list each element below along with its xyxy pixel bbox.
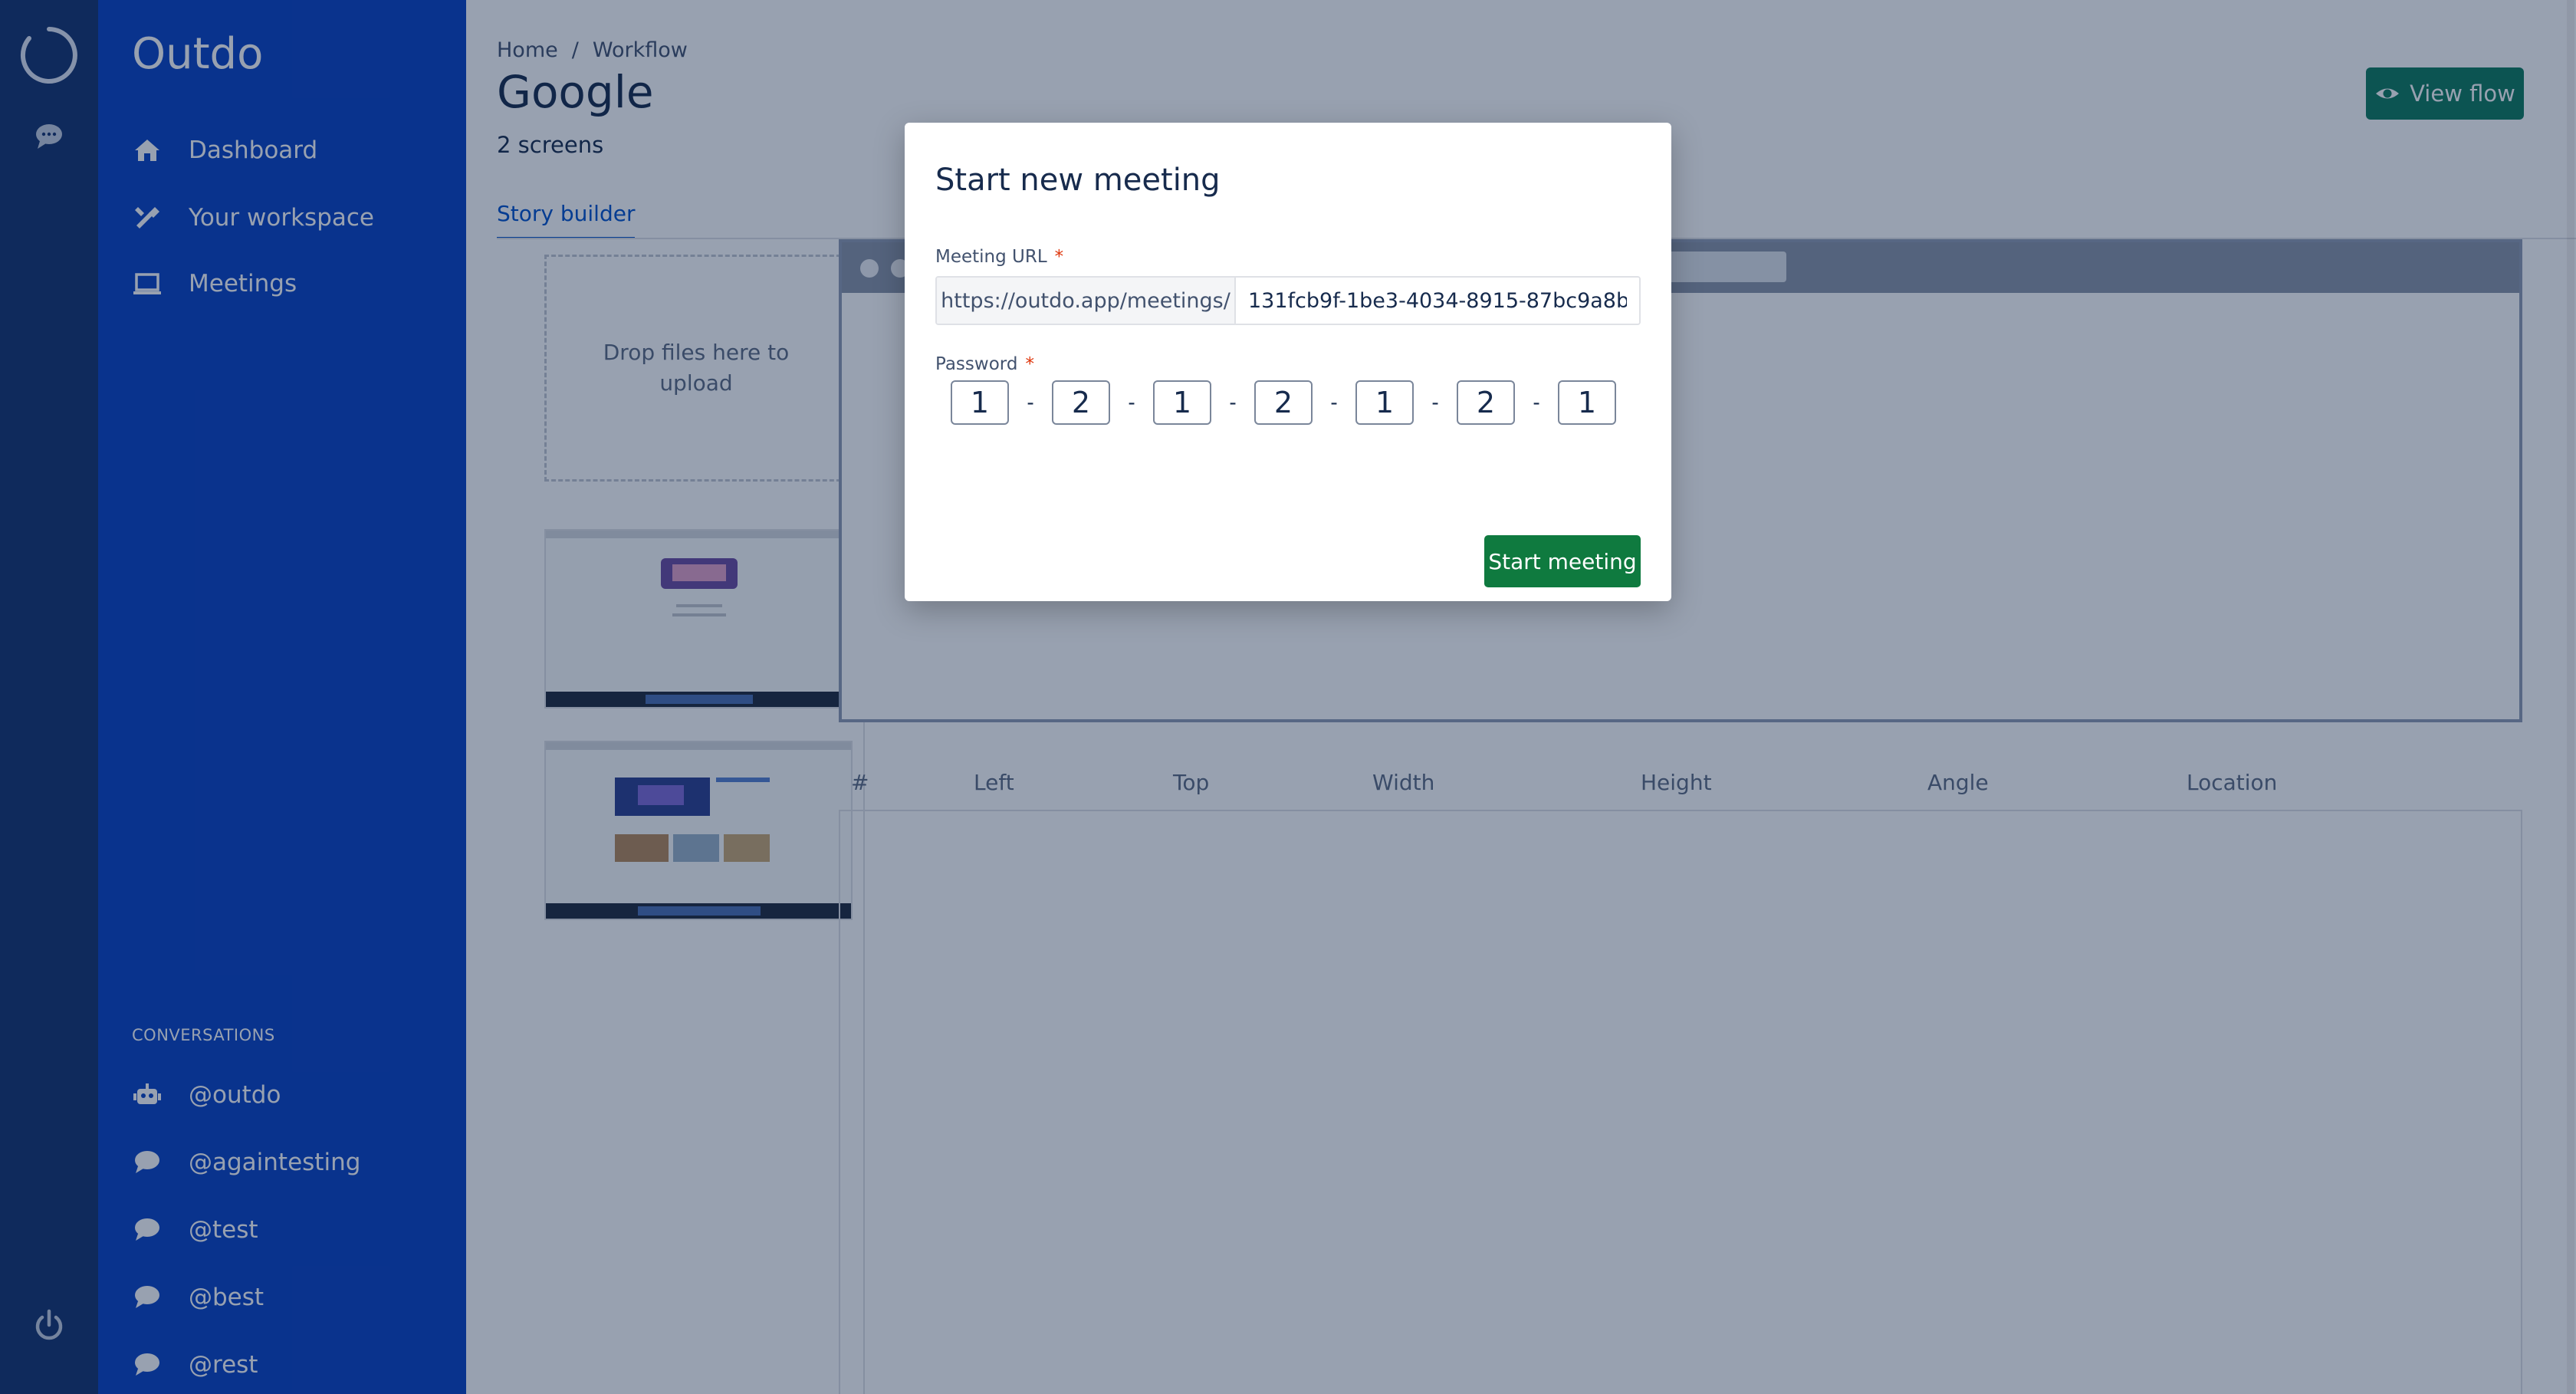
password-digit[interactable]: 2 xyxy=(1052,380,1110,425)
password-digit[interactable]: 1 xyxy=(951,380,1009,425)
meeting-url-input[interactable] xyxy=(1236,278,1639,324)
password-digit[interactable]: 2 xyxy=(1254,380,1313,425)
password-inputs: 1 - 2 - 1 - 2 - 1 - 2 - 1 xyxy=(951,380,1616,425)
password-separator: - xyxy=(1128,390,1135,414)
start-meeting-button[interactable]: Start meeting xyxy=(1484,535,1641,587)
password-separator: - xyxy=(1027,390,1034,414)
password-digit[interactable]: 1 xyxy=(1153,380,1211,425)
meeting-url-label: Meeting URL * xyxy=(935,247,1063,267)
meeting-url-label-text: Meeting URL xyxy=(935,247,1047,267)
password-separator: - xyxy=(1533,390,1540,414)
password-separator: - xyxy=(1330,390,1338,414)
password-digit[interactable]: 1 xyxy=(1355,380,1414,425)
password-digit[interactable]: 1 xyxy=(1558,380,1616,425)
meeting-url-field: https://outdo.app/meetings/ xyxy=(935,276,1641,325)
password-digit[interactable]: 2 xyxy=(1457,380,1515,425)
password-separator: - xyxy=(1431,390,1439,414)
dialog-title: Start new meeting xyxy=(935,163,1221,198)
page-scrollbar[interactable] xyxy=(2567,0,2574,1394)
required-mark: * xyxy=(1025,354,1034,374)
url-prefix: https://outdo.app/meetings/ xyxy=(937,278,1236,324)
required-mark: * xyxy=(1054,247,1064,267)
password-label-text: Password xyxy=(935,354,1018,374)
start-meeting-dialog: Start new meeting Meeting URL * https://o… xyxy=(905,123,1671,601)
password-separator: - xyxy=(1229,390,1237,414)
password-label: Password * xyxy=(935,354,1034,374)
